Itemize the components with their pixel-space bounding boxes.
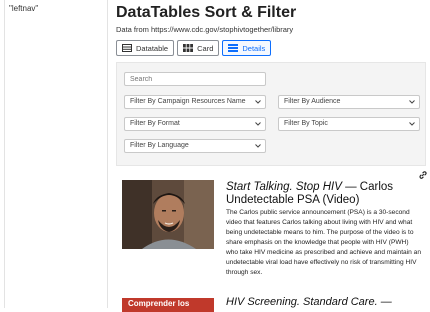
format-filter-label: Filter By Format	[130, 120, 180, 127]
chevron-down-icon	[255, 100, 261, 104]
topic-filter-select[interactable]: Filter By Topic	[278, 117, 420, 131]
campaign-filter-label: Filter By Campaign Resources Name	[130, 98, 246, 105]
card-view-button[interactable]: Card	[177, 40, 220, 56]
grid-icon	[183, 44, 194, 52]
datatable-view-button[interactable]: Datatable	[116, 40, 175, 56]
item-title-campaign: Start Talking. Stop HIV	[226, 181, 342, 193]
item-title[interactable]: Start Talking. Stop HIV — Carlos Undetec…	[226, 181, 422, 207]
main-content: DataTables Sort & Filter Data from https…	[116, 0, 426, 166]
datatable-view-label: Datatable	[136, 43, 169, 53]
topic-filter-label: Filter By Topic	[284, 120, 328, 127]
details-view-label: Details	[242, 43, 266, 53]
details-view-button[interactable]: Details	[222, 40, 272, 56]
format-filter-select[interactable]: Filter By Format	[124, 117, 266, 131]
view-toggle: Datatable Card Details	[116, 40, 426, 56]
chevron-down-icon	[255, 144, 261, 148]
campaign-filter-select[interactable]: Filter By Campaign Resources Name	[124, 95, 266, 109]
audience-filter-select[interactable]: Filter By Audience	[278, 95, 420, 109]
poster-thumbnail[interactable]: Comprender los	[122, 298, 214, 312]
left-nav: "leftnav"	[4, 0, 108, 308]
search-input[interactable]	[124, 72, 266, 86]
language-filter-select[interactable]: Filter By Language	[124, 139, 266, 153]
page-title: DataTables Sort & Filter	[116, 4, 297, 21]
item-description: The Carlos public service announcement (…	[226, 209, 421, 276]
list-icon	[228, 44, 239, 52]
language-filter-label: Filter By Language	[130, 142, 189, 149]
audience-filter-label: Filter By Audience	[284, 98, 341, 105]
chevron-down-icon	[409, 122, 415, 126]
filter-panel: Filter By Campaign Resources Name Filter…	[116, 62, 426, 166]
table-icon	[122, 44, 132, 52]
video-thumbnail[interactable]	[122, 180, 214, 249]
chevron-down-icon	[255, 122, 261, 126]
item-title[interactable]: HIV Screening. Standard Care. —	[226, 296, 422, 308]
card-view-label: Card	[197, 43, 214, 53]
data-source: Data from https://www.cdc.gov/stophivtog…	[116, 25, 294, 34]
left-nav-label: "leftnav"	[9, 4, 39, 13]
chevron-down-icon	[409, 100, 415, 104]
